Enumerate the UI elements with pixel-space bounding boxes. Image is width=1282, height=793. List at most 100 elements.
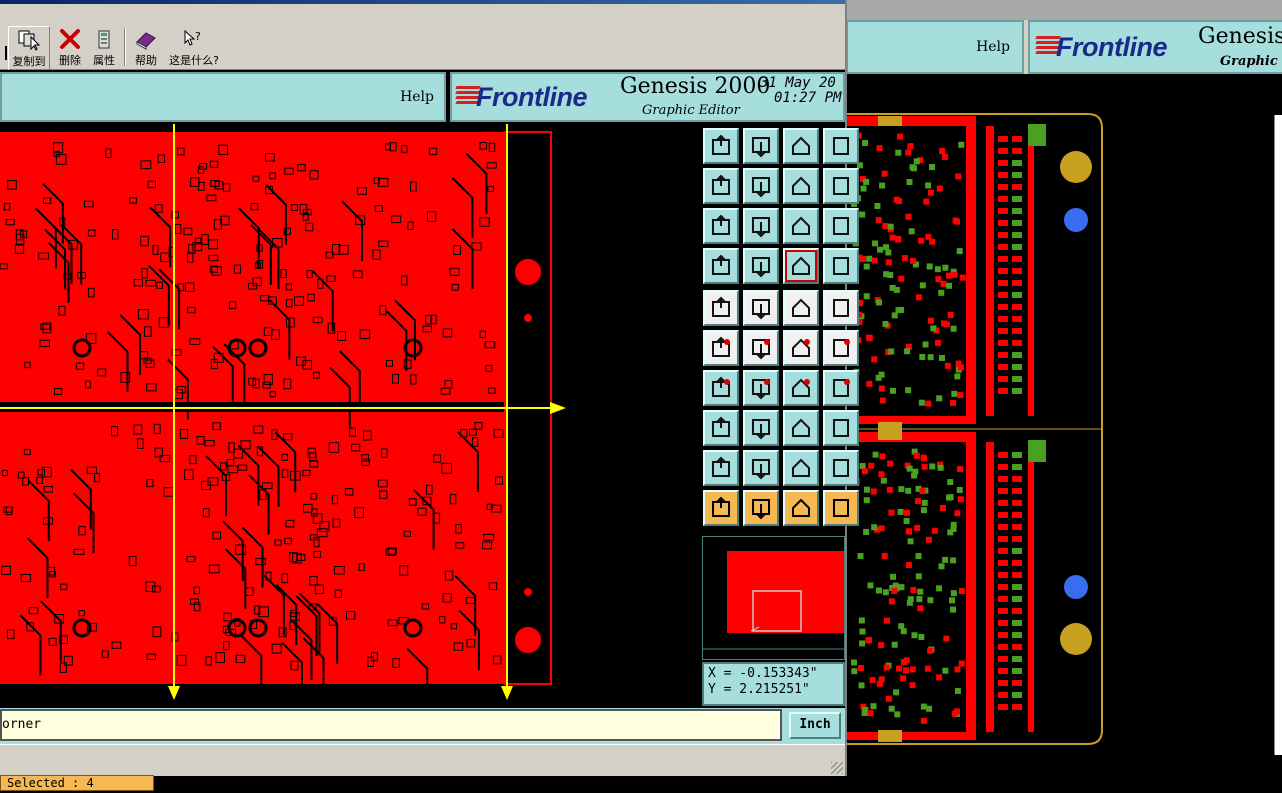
fiducial-pad — [1060, 623, 1092, 655]
triangle-icon — [712, 456, 730, 477]
editor-help-button[interactable]: Help — [400, 89, 434, 105]
pcb-board-top[interactable] — [0, 132, 505, 402]
zoom-1-1-tool-button[interactable] — [783, 208, 819, 244]
rotate-2-tool-button[interactable] — [823, 370, 859, 406]
background-genesis-window[interactable]: Help Frontline Genesis Graphic — [846, 0, 1282, 793]
zoom-sel-tool-button[interactable] — [823, 208, 859, 244]
arc-up-tool-button[interactable] — [743, 450, 779, 486]
pcb-graphic-canvas[interactable] — [0, 124, 700, 708]
genesis-product: Genesis — [1198, 24, 1282, 49]
background-help-button[interactable]: Help — [976, 39, 1010, 55]
x-coordinate: X = -0.153343" — [708, 666, 818, 681]
home-tool-button[interactable] — [783, 128, 819, 164]
draw-line-tool-button[interactable] — [743, 370, 779, 406]
move-right-tool-button[interactable] — [743, 168, 779, 204]
move-down-icon — [752, 137, 770, 158]
select-box-icon — [752, 499, 770, 520]
point-tool-button[interactable] — [823, 330, 859, 366]
rotate-tool-button[interactable] — [783, 370, 819, 406]
probe-tool-button[interactable] — [823, 410, 859, 446]
select-feature-tool-button[interactable] — [703, 410, 739, 446]
tooling-hole — [524, 588, 532, 596]
delete-label: 删除 — [59, 54, 81, 67]
whats-this-button[interactable]: ? 这是什么? — [166, 26, 222, 70]
fill-tool-button[interactable] — [703, 290, 739, 326]
background-pcb-canvas[interactable] — [846, 74, 1274, 793]
pointer-tool-button[interactable] — [703, 490, 739, 526]
draw-line-icon — [752, 379, 770, 400]
page-tool-button[interactable] — [823, 128, 859, 164]
arc-a-tool-button[interactable] — [783, 450, 819, 486]
ruler-tool-button[interactable] — [783, 290, 819, 326]
arc-a-icon — [792, 458, 810, 477]
move-feature-tool-button[interactable] — [783, 410, 819, 446]
snap-2-icon — [833, 257, 849, 275]
snap-tool-button[interactable] — [783, 248, 819, 284]
svg-text:?: ? — [195, 30, 201, 43]
settings-icon — [712, 254, 730, 275]
context-toolbar: 复制到 删除 属性 帮助 ? 这是什么? — [0, 4, 845, 70]
select-net-tool-button[interactable] — [823, 490, 859, 526]
move-up-icon — [712, 134, 730, 155]
pad-shape-icon — [833, 299, 849, 317]
frontline-logo-panel: Frontline Genesis 2000 Graphic Editor 31… — [450, 72, 845, 122]
move-down-tool-button[interactable] — [743, 128, 779, 164]
settings-tool-button[interactable] — [703, 248, 739, 284]
line-tool-button[interactable] — [703, 370, 739, 406]
background-help-panel[interactable]: Help — [846, 20, 1024, 74]
arc-b-icon — [833, 459, 849, 477]
select-feature-icon — [712, 416, 730, 437]
help-panel[interactable]: Help — [0, 72, 446, 122]
background-frontline-logo: Frontline Genesis Graphic — [1028, 20, 1282, 74]
zoom-home-tool-button[interactable] — [743, 208, 779, 244]
session-time: 01:27 PM — [774, 90, 842, 106]
arc-b-tool-button[interactable] — [823, 450, 859, 486]
overview-map[interactable] — [702, 536, 845, 660]
resize-grip[interactable] — [831, 762, 843, 774]
properties-label: 属性 — [93, 54, 115, 67]
line-icon — [712, 376, 730, 397]
zoom-fit-tool-button[interactable] — [703, 208, 739, 244]
pcb-panel-drawing[interactable] — [0, 124, 700, 708]
command-line-input[interactable]: orner — [0, 709, 782, 741]
units-button[interactable]: Inch — [789, 712, 841, 739]
connect-tool-button[interactable] — [703, 330, 739, 366]
zoom-sel-icon — [833, 217, 849, 235]
undo-view-tool-button[interactable] — [783, 168, 819, 204]
rotate-2-icon — [833, 379, 850, 397]
move-up-tool-button[interactable] — [703, 128, 739, 164]
frontline-brand: Frontline — [1056, 32, 1168, 62]
home-icon — [792, 136, 810, 155]
background-vertical-scrollbar[interactable] — [1274, 115, 1282, 755]
pcb-board-bottom[interactable] — [0, 412, 505, 684]
delete-feature-icon — [752, 339, 770, 360]
ruler-icon — [792, 298, 810, 317]
page-2-tool-button[interactable] — [823, 168, 859, 204]
help-book-icon — [134, 28, 158, 50]
add-point-tool-button[interactable] — [783, 330, 819, 366]
frontline-brand: Frontline — [476, 82, 588, 112]
pointer-icon — [712, 496, 730, 517]
pad-shape-tool-button[interactable] — [823, 290, 859, 326]
select-poly-tool-button[interactable] — [783, 490, 819, 526]
whats-this-label: 这是什么? — [169, 54, 219, 67]
point-icon — [833, 339, 850, 357]
flat-line-tool-button[interactable] — [743, 410, 779, 446]
delete-button[interactable]: 删除 — [54, 26, 86, 70]
zoom-fit-icon — [712, 214, 730, 235]
triangle-tool-button[interactable] — [703, 450, 739, 486]
delete-feature-tool-button[interactable] — [743, 330, 779, 366]
tooling-hole — [515, 259, 541, 285]
snap-2-tool-button[interactable] — [823, 248, 859, 284]
genesis-subtitle: Graphic Editor — [642, 103, 740, 118]
select-box-tool-button[interactable] — [743, 490, 779, 526]
session-date: 31 May 20 — [760, 75, 836, 91]
edit-shape-tool-button[interactable] — [743, 290, 779, 326]
add-point-icon — [792, 338, 810, 357]
move-left-tool-button[interactable] — [703, 168, 739, 204]
help-button[interactable]: 帮助 — [130, 26, 162, 70]
move-left-icon — [712, 174, 730, 195]
measure-tool-button[interactable] — [743, 248, 779, 284]
copy-to-button[interactable]: 复制到 — [8, 26, 50, 70]
properties-button[interactable]: 属性 — [88, 26, 120, 70]
